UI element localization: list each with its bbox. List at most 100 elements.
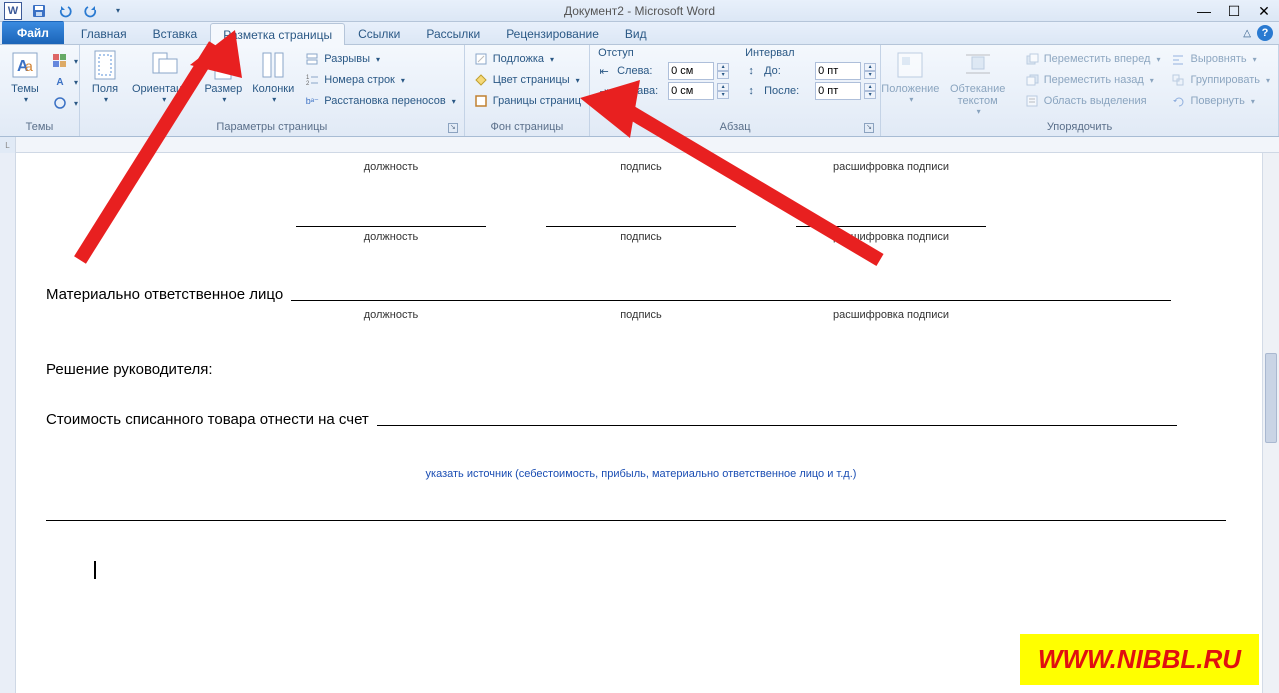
group-label-page-setup: Параметры страницы↘ <box>84 119 460 136</box>
group-page-background: Подложка▾ Цвет страницы▾ Границы страниц… <box>465 45 590 136</box>
sig-line <box>296 209 486 227</box>
page-color-button[interactable]: Цвет страницы▾ <box>469 70 585 90</box>
size-button[interactable]: Размер▾ <box>200 47 246 106</box>
selection-pane-button[interactable]: Область выделения <box>1020 91 1165 111</box>
theme-colors-button[interactable]: ▾ <box>48 51 82 71</box>
indent-left-input[interactable] <box>668 62 714 80</box>
indent-right-input[interactable] <box>668 82 714 100</box>
caption-decipher-3: расшифровка подписи <box>796 309 986 321</box>
quick-access-toolbar: W ▾ <box>0 1 128 21</box>
caption-position-3: должность <box>296 309 486 321</box>
maximize-button[interactable]: ☐ <box>1219 0 1249 22</box>
full-underline <box>46 520 1226 521</box>
group-paragraph: Отступ ⇤Слева:▴▾ ⇥Справа:▴▾ Интервал ↕До… <box>590 45 881 136</box>
caption-signature-3: подпись <box>546 309 736 321</box>
horizontal-ruler[interactable]: L <box>0 137 1279 153</box>
ribbon: Aa Темы ▾ ▾ A▾ ▾ Темы Поля▾ Ориентация▾ … <box>0 45 1279 137</box>
breaks-button[interactable]: Разрывы▾ <box>300 49 460 69</box>
tab-page-layout[interactable]: Разметка страницы <box>210 23 345 45</box>
caption-position-1: должность <box>296 161 486 173</box>
indent-right-icon: ⇥ <box>594 85 614 98</box>
spacing-before-icon: ↕ <box>741 65 761 77</box>
caption-position-2: должность <box>296 231 486 243</box>
svg-text:a: a <box>25 58 33 74</box>
align-button[interactable]: Выровнять▾ <box>1166 49 1274 69</box>
rotate-button[interactable]: Повернуть▾ <box>1166 91 1274 111</box>
minimize-button[interactable]: — <box>1189 0 1219 22</box>
sig-line <box>546 209 736 227</box>
save-button[interactable] <box>28 1 50 21</box>
decision-label: Решение руководителя: <box>46 361 1246 378</box>
send-backward-button[interactable]: Переместить назад▾ <box>1020 70 1165 90</box>
scrollbar-thumb[interactable] <box>1265 353 1277 443</box>
group-label-page-bg: Фон страницы <box>469 119 585 136</box>
group-label-arrange: Упорядочить <box>885 119 1274 136</box>
group-themes: Aa Темы ▾ ▾ A▾ ▾ Темы <box>0 45 80 136</box>
theme-effects-button[interactable]: ▾ <box>48 93 82 113</box>
qat-customize[interactable]: ▾ <box>106 1 128 21</box>
group-page-setup: Поля▾ Ориентация▾ Размер▾ Колонки▾ Разры… <box>80 45 465 136</box>
indent-right-spinner[interactable]: ▴▾ <box>717 83 729 99</box>
responsible-line <box>291 283 1171 301</box>
page-borders-button[interactable]: Границы страниц <box>469 91 585 111</box>
writeoff-line <box>377 408 1177 426</box>
tab-insert[interactable]: Вставка <box>140 22 211 44</box>
group-arrange: Положение▾ Обтекание текстом▾ Переместит… <box>881 45 1279 136</box>
vertical-scrollbar[interactable] <box>1262 153 1279 693</box>
app-logo[interactable]: W <box>2 1 24 21</box>
paragraph-launcher[interactable]: ↘ <box>864 123 874 133</box>
ribbon-tabs: Файл Главная Вставка Разметка страницы С… <box>0 22 1279 45</box>
indent-heading: Отступ <box>594 47 729 61</box>
document-area: должность подпись расшифровка подписи до… <box>0 153 1279 693</box>
watermark-button[interactable]: Подложка▾ <box>469 49 585 69</box>
watermark-badge: WWW.NIBBL.RU <box>1020 634 1259 685</box>
orientation-button[interactable]: Ориентация▾ <box>128 47 198 106</box>
spacing-before-input[interactable] <box>815 62 861 80</box>
tab-file[interactable]: Файл <box>2 21 64 44</box>
columns-button[interactable]: Колонки▾ <box>248 47 298 106</box>
spacing-after-icon: ↕ <box>741 85 761 97</box>
caption-decipher-2: расшифровка подписи <box>796 231 986 243</box>
tab-view[interactable]: Вид <box>612 22 660 44</box>
indent-left-spinner[interactable]: ▴▾ <box>717 63 729 79</box>
responsible-label: Материально ответственное лицо <box>46 286 283 303</box>
redo-button[interactable] <box>80 1 102 21</box>
title-bar: W ▾ Документ2 - Microsoft Word — ☐ ✕ <box>0 0 1279 22</box>
vertical-ruler[interactable] <box>0 153 16 693</box>
hint-text: указать источник (себестоимость, прибыль… <box>36 468 1246 480</box>
tab-references[interactable]: Ссылки <box>345 22 413 44</box>
sig-line <box>796 209 986 227</box>
document-page[interactable]: должность подпись расшифровка подписи до… <box>36 153 1246 579</box>
window-title: Документ2 - Microsoft Word <box>564 4 715 18</box>
hyphenation-button[interactable]: bᵃ⁻Расстановка переносов▾ <box>300 91 460 111</box>
svg-text:2: 2 <box>306 81 310 87</box>
ribbon-minimize-icon[interactable]: △ <box>1243 28 1251 39</box>
themes-button[interactable]: Aa Темы ▾ <box>4 47 46 106</box>
spacing-heading: Интервал <box>741 47 876 61</box>
tab-mailings[interactable]: Рассылки <box>413 22 493 44</box>
tab-home[interactable]: Главная <box>68 22 140 44</box>
group-button[interactable]: Группировать▾ <box>1166 70 1274 90</box>
spacing-before-spinner[interactable]: ▴▾ <box>864 63 876 79</box>
caption-decipher-1: расшифровка подписи <box>796 161 986 173</box>
page-setup-launcher[interactable]: ↘ <box>448 123 458 133</box>
group-label-paragraph: Абзац↘ <box>594 119 876 136</box>
wrap-text-button[interactable]: Обтекание текстом▾ <box>938 47 1018 118</box>
writeoff-label: Стоимость списанного товара отнести на с… <box>46 411 369 428</box>
spacing-after-input[interactable] <box>815 82 861 100</box>
line-numbers-button[interactable]: 12Номера строк▾ <box>300 70 460 90</box>
tab-review[interactable]: Рецензирование <box>493 22 612 44</box>
theme-fonts-button[interactable]: A▾ <box>48 72 82 92</box>
undo-button[interactable] <box>54 1 76 21</box>
ruler-corner[interactable]: L <box>0 137 16 153</box>
position-button[interactable]: Положение▾ <box>885 47 936 106</box>
window-controls: — ☐ ✕ <box>1189 0 1279 22</box>
bring-forward-button[interactable]: Переместить вперед▾ <box>1020 49 1165 69</box>
margins-button[interactable]: Поля▾ <box>84 47 126 106</box>
spacing-after-spinner[interactable]: ▴▾ <box>864 83 876 99</box>
close-button[interactable]: ✕ <box>1249 0 1279 22</box>
text-cursor <box>94 561 96 579</box>
help-icon[interactable]: ? <box>1257 25 1273 41</box>
indent-left-icon: ⇤ <box>594 65 614 78</box>
caption-signature-1: подпись <box>546 161 736 173</box>
